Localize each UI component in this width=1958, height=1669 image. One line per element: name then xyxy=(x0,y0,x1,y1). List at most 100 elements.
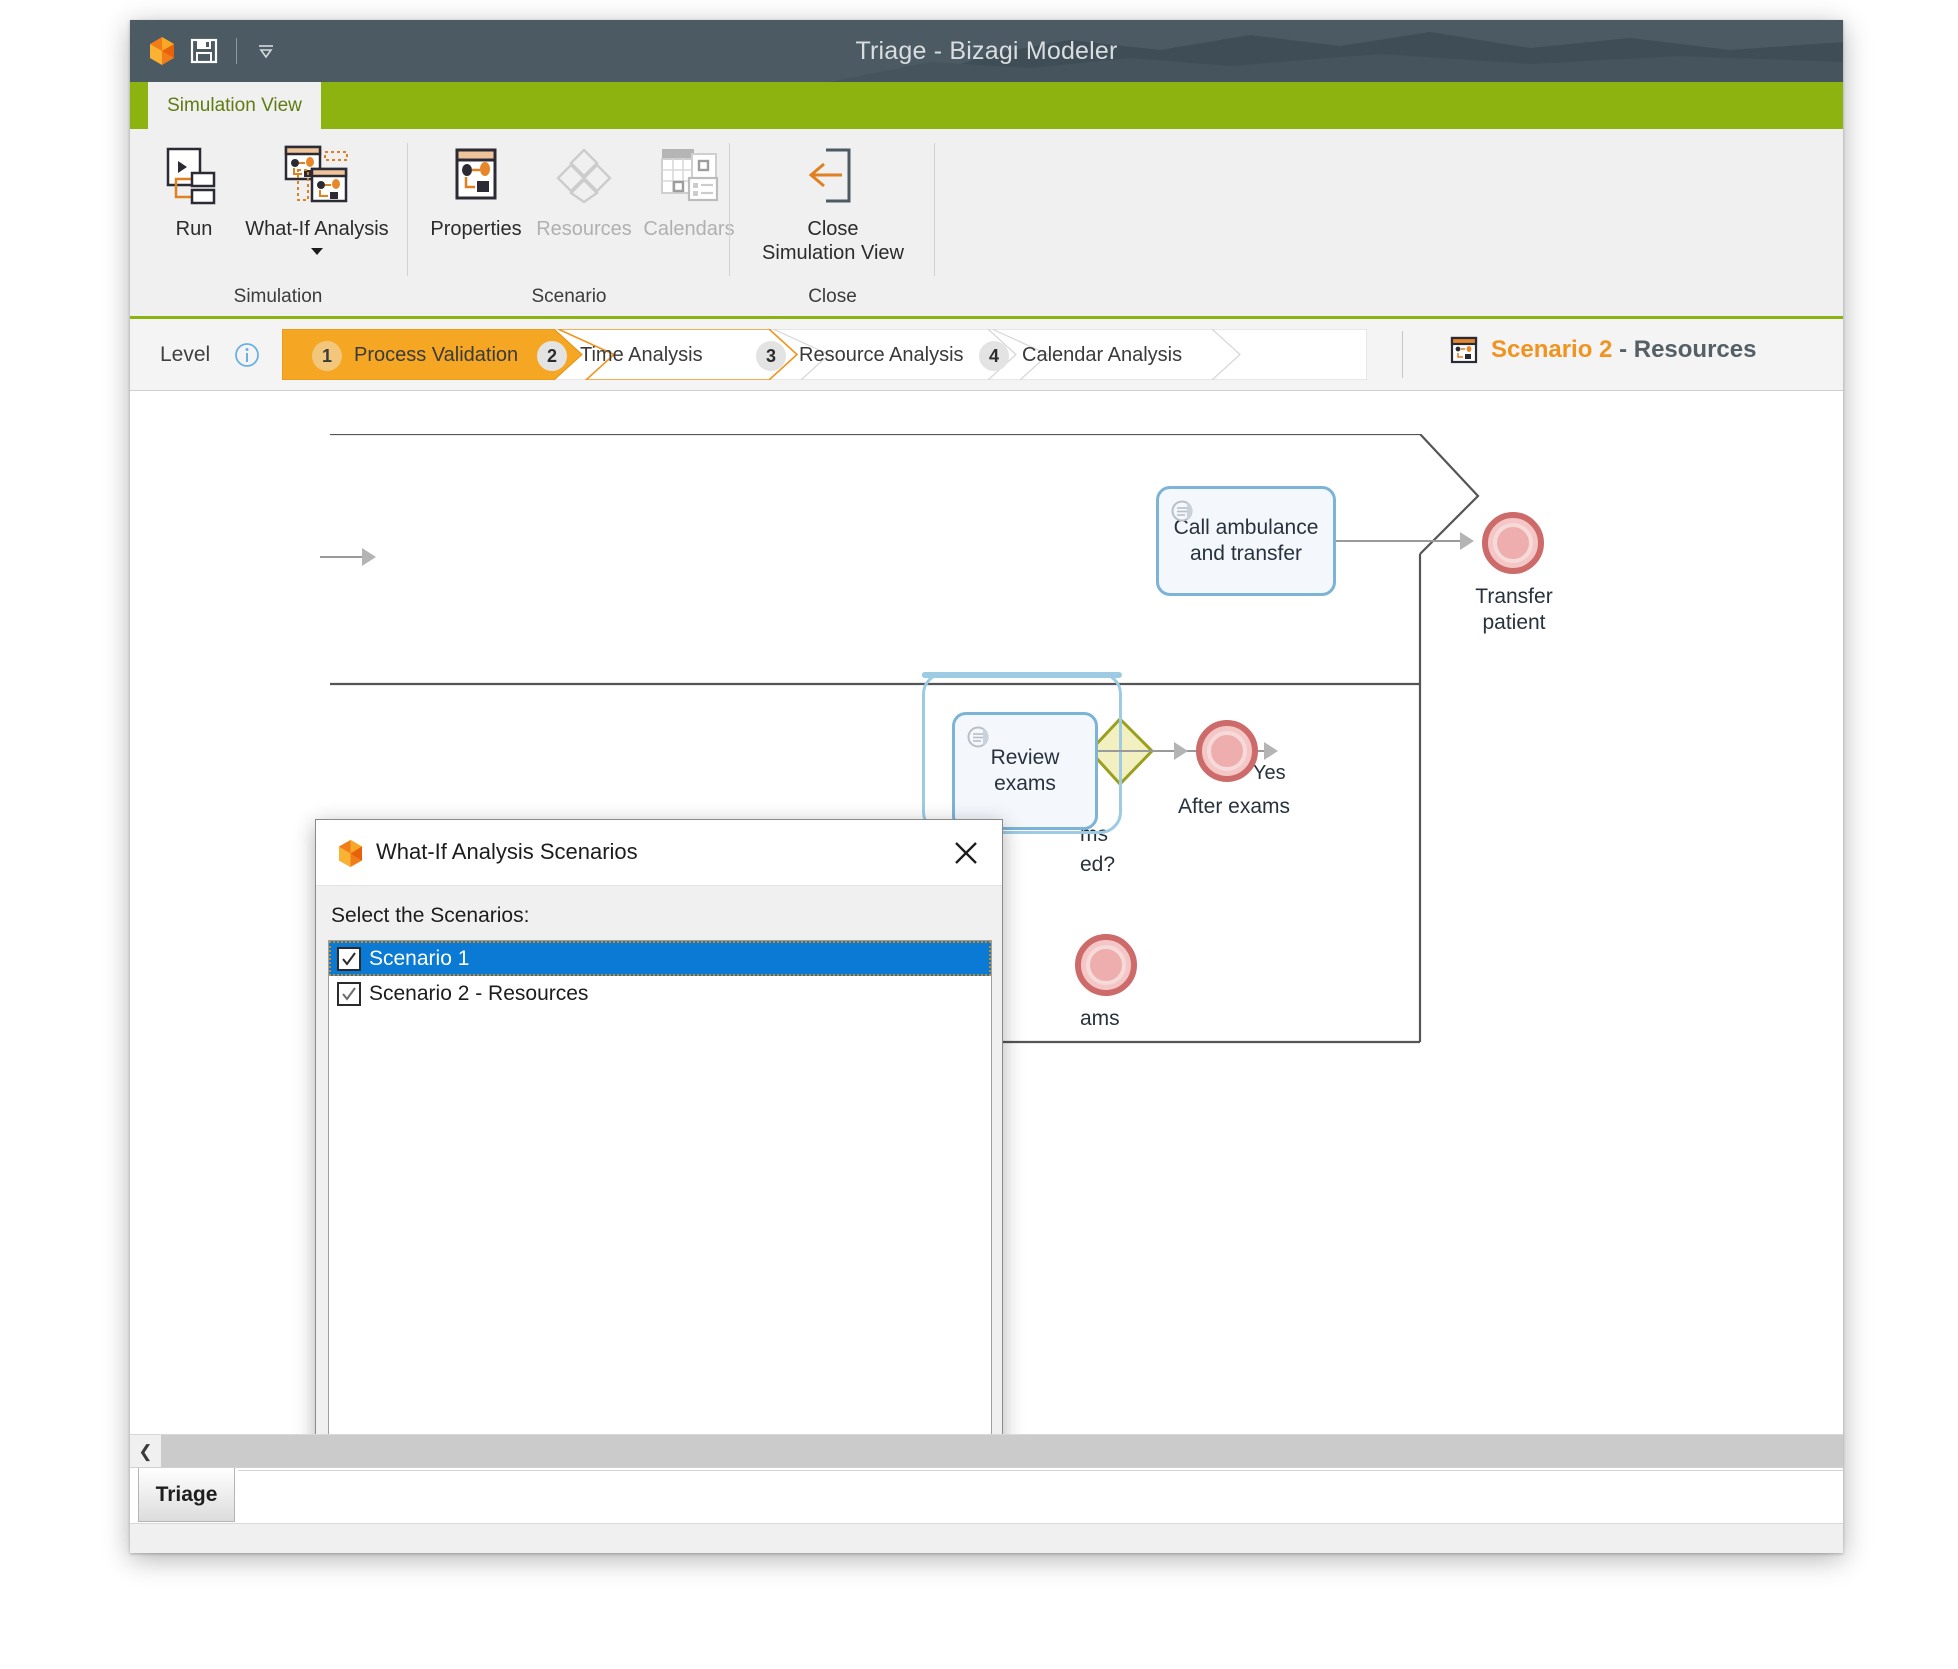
sheet-tab-empty-area xyxy=(238,1470,1843,1522)
properties-icon xyxy=(445,142,507,208)
resources-button: Resources xyxy=(528,142,640,241)
stage-4-label[interactable]: Calendar Analysis xyxy=(1022,344,1182,367)
scrollbar-track[interactable] xyxy=(161,1435,1843,1468)
calendars-icon xyxy=(658,142,720,208)
close-simulation-view-button[interactable]: Close Simulation View xyxy=(740,142,926,266)
task-label: Review exams xyxy=(990,745,1060,795)
dialog-prompt: Select the Scenarios: xyxy=(331,904,530,927)
quick-access-toolbar[interactable] xyxy=(148,29,278,73)
end-event-inner xyxy=(1207,731,1247,771)
ribbon-group-label-scenario: Scenario xyxy=(531,286,607,307)
scenario-1-checkbox[interactable] xyxy=(337,946,361,971)
ribbon-tab-strip: Simulation View xyxy=(130,82,1843,129)
flow-label-yes: Yes xyxy=(1253,762,1286,784)
task-call-ambulance-and-transfer[interactable]: Call ambulance and transfer xyxy=(1156,486,1336,596)
save-icon[interactable] xyxy=(189,36,219,66)
stage-2-number[interactable]: 2 xyxy=(537,341,567,371)
end-event-after-exams[interactable] xyxy=(1196,720,1258,782)
level-label: Level xyxy=(160,343,211,366)
stage-3-label[interactable]: Resource Analysis xyxy=(799,344,964,367)
ribbon-group-simulation: Run What-If Analysis Simulation xyxy=(148,129,408,316)
chevron-down-icon[interactable] xyxy=(308,245,326,257)
sequence-flow xyxy=(1098,750,1178,752)
ribbon-group-label-simulation: Simulation xyxy=(233,286,323,307)
scenario-2-checkbox[interactable] xyxy=(337,981,361,1006)
sequence-flow xyxy=(320,556,365,558)
end-event-transfer-patient-label: Transfer patient xyxy=(1475,585,1553,635)
stage-2-label[interactable]: Time Analysis xyxy=(580,344,703,367)
scenario-icon xyxy=(1450,336,1478,364)
what-if-analysis-icon xyxy=(282,142,352,208)
properties-button[interactable]: Properties xyxy=(420,142,532,241)
task-review-exams[interactable]: Review exams xyxy=(952,712,1098,830)
gateway-label-fragment-2: ed? xyxy=(1080,853,1116,876)
resources-icon xyxy=(553,142,615,208)
status-bar xyxy=(130,1523,1843,1553)
title-bar: Triage - Bizagi Modeler xyxy=(130,20,1843,82)
scenario-list-item-1[interactable]: Scenario 1 xyxy=(329,941,991,976)
end-event-inner xyxy=(1493,523,1533,563)
scenario-list-item-2[interactable]: Scenario 2 - Resources xyxy=(329,976,991,1011)
dialog-title-bar: What-If Analysis Scenarios xyxy=(316,820,1002,886)
stage-3-number[interactable]: 3 xyxy=(756,341,786,371)
group-divider xyxy=(934,143,935,276)
window-title: Triage - Bizagi Modeler xyxy=(855,37,1118,65)
end-event-after-exams-label: After exams xyxy=(1177,795,1291,818)
level-bar-divider xyxy=(1402,331,1403,378)
sheet-tab-strip: Triage xyxy=(130,1467,1843,1523)
sequence-flow-arrow xyxy=(1174,742,1188,760)
scenario-indicator-name: Scenario 2 xyxy=(1491,336,1613,363)
calendars-button-label: Calendars xyxy=(643,218,735,240)
close-simulation-view-icon xyxy=(802,142,864,208)
stage-1-label[interactable]: Process Validation xyxy=(354,344,518,367)
scenario-indicator: Scenario 2 - Resources xyxy=(1450,336,1756,364)
scenario-indicator-suffix: - Resources xyxy=(1612,336,1757,363)
sheet-tab-triage[interactable]: Triage xyxy=(138,1468,235,1522)
close-icon[interactable] xyxy=(944,831,988,875)
end-event-transfer-patient[interactable] xyxy=(1482,512,1544,574)
scenario-2-label: Scenario 2 - Resources xyxy=(369,981,589,1005)
end-event-before-exams-label-fragment: ams xyxy=(1080,1007,1120,1030)
what-if-analysis-scenarios-dialog: What-If Analysis Scenarios Select the Sc… xyxy=(315,819,1003,1434)
sequence-flow-arrow xyxy=(1460,532,1474,550)
end-event-before-exams[interactable] xyxy=(1075,934,1137,996)
run-simulation-icon xyxy=(162,142,226,208)
end-event-inner xyxy=(1086,945,1126,985)
stage-4-number[interactable]: 4 xyxy=(979,341,1009,371)
scenario-1-label: Scenario 1 xyxy=(369,946,470,970)
run-button[interactable]: Run xyxy=(156,142,232,241)
horizontal-scrollbar[interactable]: ❮ xyxy=(130,1434,1843,1468)
checkmark-icon xyxy=(342,986,356,1001)
sequence-flow xyxy=(1336,540,1464,542)
sequence-flow-arrow xyxy=(362,548,376,566)
ribbon-group-close: Close Simulation View Close xyxy=(730,129,935,316)
ribbon-group-scenario: Properties Resources Calendars Scenario xyxy=(408,129,735,316)
user-task-marker-icon xyxy=(1171,500,1193,522)
scenario-list[interactable]: Scenario 1 Scenario 2 - Resources xyxy=(328,940,992,1434)
bizagi-modeler-window: Triage - Bizagi Modeler Simulation View xyxy=(130,20,1843,1553)
chevron-left-icon[interactable]: ❮ xyxy=(130,1435,161,1468)
properties-button-label: Properties xyxy=(430,218,522,240)
dialog-title: What-If Analysis Scenarios xyxy=(376,839,638,864)
chevron-down-icon[interactable] xyxy=(254,39,278,63)
close-simulation-view-label: Close Simulation View xyxy=(762,218,904,265)
checkmark-icon xyxy=(342,951,356,966)
diagram-canvas[interactable]: Call ambulance and transfer Transfer pat… xyxy=(130,391,1843,1434)
info-icon[interactable] xyxy=(234,342,260,368)
ribbon-group-label-close: Close xyxy=(808,286,857,307)
scenario-indicator-label: Scenario 2 - Resources xyxy=(1491,336,1756,364)
level-bar: Level 1 Process Validation 2 Time Analys… xyxy=(130,319,1843,391)
user-task-marker-icon xyxy=(967,726,989,748)
stage-1-number[interactable]: 1 xyxy=(312,341,342,371)
sequence-flow-arrow xyxy=(1264,742,1278,760)
what-if-analysis-button-label: What-If Analysis xyxy=(245,218,389,240)
resources-button-label: Resources xyxy=(536,218,632,240)
what-if-analysis-button[interactable]: What-If Analysis xyxy=(234,142,400,257)
ribbon: Run What-If Analysis Simulation Properti… xyxy=(130,129,1843,319)
level-stage-track: 1 Process Validation 2 Time Analysis 3 R… xyxy=(281,328,1368,381)
bizagi-logo-icon xyxy=(339,840,362,867)
bizagi-logo-icon xyxy=(150,37,174,65)
toolbar-divider xyxy=(236,38,237,64)
tab-simulation-view[interactable]: Simulation View xyxy=(148,82,321,129)
run-button-label: Run xyxy=(175,218,213,240)
